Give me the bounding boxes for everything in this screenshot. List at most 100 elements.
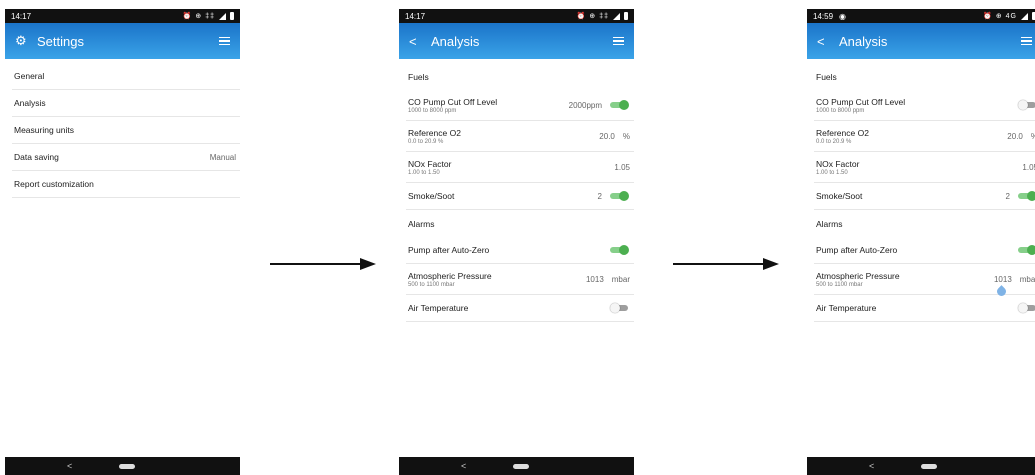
row-value[interactable]: 1.05: [614, 163, 630, 172]
navigation-bar: <: [399, 457, 634, 475]
status-time: 14:59: [813, 11, 834, 21]
row-label: Smoke/Soot: [816, 191, 863, 201]
row-label: Fuels: [408, 71, 429, 82]
row-range: 1000 to 8000 ppm: [816, 107, 865, 114]
row-value[interactable]: 1013: [586, 275, 604, 284]
toggle-switch[interactable]: [1018, 303, 1035, 313]
status-icons: ⏰ ⊕ ‡‡: [182, 13, 215, 20]
row-range: 500 to 1100 mbar: [816, 281, 863, 288]
row-range: 1.00 to 1.50: [816, 169, 848, 176]
row-label: Alarms: [816, 218, 843, 229]
setting-pump-after-auto-zero[interactable]: Pump after Auto-Zero: [814, 237, 1035, 264]
row-range: 0.0 to 20.9 %: [816, 138, 852, 145]
menu-icon[interactable]: [1021, 37, 1032, 45]
row-value[interactable]: 20.0: [599, 132, 615, 141]
arrow-right-icon: [270, 258, 376, 270]
back-arrow-icon[interactable]: <: [409, 34, 427, 49]
row-label: Reference O2: [408, 127, 461, 138]
analysis-list: Fuels CO Pump Cut Off Level 1000 to 8000…: [399, 63, 634, 322]
toggle-switch[interactable]: [610, 191, 630, 201]
status-time: 14:17: [405, 11, 426, 21]
row-unit: %: [1031, 132, 1035, 141]
row-label: Report customization: [14, 179, 94, 189]
toggle-switch[interactable]: [1018, 100, 1035, 110]
signal-icon: [219, 12, 226, 20]
row-label: Air Temperature: [816, 303, 877, 313]
row-range: 1000 to 8000 ppm: [408, 107, 457, 114]
signal-icon: [1021, 12, 1028, 20]
toggle-switch[interactable]: [1018, 191, 1035, 201]
row-value[interactable]: 20.0: [1007, 132, 1023, 141]
toggle-switch[interactable]: [1018, 245, 1035, 255]
settings-item-measuring-units[interactable]: Measuring units: [12, 117, 240, 144]
row-label: Measuring units: [14, 125, 75, 135]
arrow-right-icon: [673, 258, 779, 270]
toggle-switch[interactable]: [610, 303, 630, 313]
pressure-input[interactable]: 1013: [994, 275, 1012, 284]
row-value[interactable]: 2: [1006, 192, 1010, 201]
navigation-bar: <: [807, 457, 1035, 475]
phone-screen-analysis: 14:17 ⏰ ⊕ ‡‡ < Analysis Fuels CO Pump Cu…: [399, 0, 634, 475]
setting-reference-o2[interactable]: Reference O2 0.0 to 20.9 % 20.0 %: [814, 121, 1035, 152]
signal-icon: [613, 12, 620, 20]
setting-smoke-soot[interactable]: Smoke/Soot 2: [814, 183, 1035, 210]
toggle-switch[interactable]: [610, 100, 630, 110]
back-nav-icon[interactable]: <: [67, 461, 72, 471]
row-value[interactable]: 2: [598, 192, 602, 201]
setting-reference-o2[interactable]: Reference O2 0.0 to 20.9 % 20.0 %: [406, 121, 634, 152]
setting-pump-after-auto-zero[interactable]: Pump after Auto-Zero: [406, 237, 634, 264]
setting-co-pump-cut-off[interactable]: CO Pump Cut Off Level 1000 to 8000 ppm: [814, 90, 1035, 121]
status-bar: 14:59 ◉ ⏰ ⊕ 4G: [807, 9, 1035, 23]
back-nav-icon[interactable]: <: [461, 461, 466, 471]
setting-atmospheric-pressure[interactable]: Atmospheric Pressure 500 to 1100 mbar 10…: [406, 264, 634, 295]
row-label: Smoke/Soot: [408, 191, 455, 201]
row-label: CO Pump Cut Off Level: [816, 96, 906, 107]
section-header-alarms[interactable]: Alarms: [814, 210, 1035, 237]
row-label: General: [14, 71, 45, 81]
row-range: 500 to 1100 mbar: [408, 281, 455, 288]
row-unit: mbar: [611, 274, 630, 284]
phone-screen-analysis-edit: 14:59 ◉ ⏰ ⊕ 4G < Analysis Fuels CO Pump …: [807, 0, 1035, 475]
row-unit: mbar: [1019, 274, 1035, 284]
row-label: Pump after Auto-Zero: [816, 245, 898, 255]
home-pill-icon[interactable]: [513, 463, 529, 469]
menu-icon[interactable]: [219, 37, 230, 45]
back-nav-icon[interactable]: <: [869, 461, 874, 471]
battery-icon: [230, 12, 234, 20]
settings-item-general[interactable]: General: [12, 63, 240, 90]
row-label: Air Temperature: [408, 303, 469, 313]
setting-nox-factor[interactable]: NOx Factor 1.00 to 1.50 1.05: [406, 152, 634, 183]
row-value[interactable]: 2000ppm: [569, 101, 602, 110]
section-header-fuels[interactable]: Fuels: [406, 63, 634, 90]
setting-nox-factor[interactable]: NOx Factor 1.00 to 1.50 1.05: [814, 152, 1035, 183]
home-pill-icon[interactable]: [119, 463, 135, 469]
toggle-switch[interactable]: [610, 245, 630, 255]
menu-icon[interactable]: [613, 37, 624, 45]
row-label: Data saving: [14, 152, 59, 162]
row-value[interactable]: 1.05: [1022, 163, 1035, 172]
page-title: Analysis: [431, 33, 480, 49]
page-title: Analysis: [839, 33, 888, 49]
setting-smoke-soot[interactable]: Smoke/Soot 2: [406, 183, 634, 210]
back-arrow-icon[interactable]: <: [817, 34, 835, 49]
status-icons: ⏰ ⊕ 4G: [983, 13, 1017, 20]
setting-air-temperature[interactable]: Air Temperature: [814, 295, 1035, 322]
row-value: Manual: [209, 152, 236, 162]
section-header-fuels[interactable]: Fuels: [814, 63, 1035, 90]
row-label: NOx Factor: [816, 158, 860, 169]
row-label: Atmospheric Pressure: [408, 270, 492, 281]
settings-item-analysis[interactable]: Analysis: [12, 90, 240, 117]
setting-atmospheric-pressure[interactable]: Atmospheric Pressure 500 to 1100 mbar 10…: [814, 264, 1035, 298]
setting-co-pump-cut-off[interactable]: CO Pump Cut Off Level 1000 to 8000 ppm 2…: [406, 90, 634, 121]
settings-list: General Analysis Measuring units Data sa…: [5, 63, 240, 198]
settings-item-report-customization[interactable]: Report customization: [12, 171, 240, 198]
home-pill-icon[interactable]: [921, 463, 937, 469]
row-unit: %: [622, 131, 630, 141]
status-bar: 14:17 ⏰ ⊕ ‡‡: [399, 9, 634, 23]
section-header-alarms[interactable]: Alarms: [406, 210, 634, 237]
row-label: Atmospheric Pressure: [816, 270, 900, 281]
setting-air-temperature[interactable]: Air Temperature: [406, 295, 634, 322]
phone-screen-settings: 14:17 ⏰ ⊕ ‡‡ ⚙ Settings General Analysis…: [5, 0, 240, 475]
row-label: Pump after Auto-Zero: [408, 245, 490, 255]
settings-item-data-saving[interactable]: Data saving Manual: [12, 144, 240, 171]
